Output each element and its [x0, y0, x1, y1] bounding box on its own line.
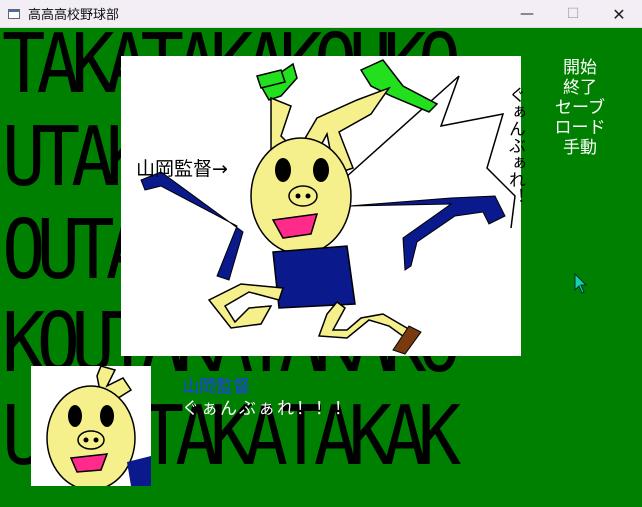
close-button[interactable]: ✕ [596, 0, 642, 28]
mouth-shape [69, 453, 109, 473]
menu-item-load[interactable]: ロード [555, 118, 606, 138]
nostril-shape [295, 193, 301, 199]
arm-shape [140, 171, 244, 281]
nostril-shape [83, 437, 89, 443]
dialogue-text: ぐぁんぶぁれ！！！ [182, 399, 353, 419]
nose-shape [77, 430, 105, 450]
portrait-illustration [46, 366, 151, 486]
nostril-shape [93, 437, 99, 443]
arm-shape [348, 195, 506, 271]
nose-shape [288, 185, 318, 207]
coach-illustration [140, 59, 516, 355]
leg-shape [207, 283, 285, 329]
nostril-shape [305, 193, 311, 199]
coach-caption: 山岡監督→ [136, 158, 228, 180]
eye-shape [313, 158, 329, 182]
menu-item-start[interactable]: 開始 [563, 58, 597, 78]
eye-shape [100, 405, 114, 427]
shirt-shape [272, 245, 356, 309]
maximize-button[interactable]: ☐ [550, 0, 596, 28]
menu-item-quit[interactable]: 終了 [563, 78, 597, 98]
command-menu: 開始 終了 セーブ ロード 手動 [548, 58, 612, 158]
minimize-button[interactable]: — [504, 0, 550, 28]
scene-panel: 山岡監督→ ぐぁんぶぁれ！ [121, 56, 525, 356]
window-title: 高高高校野球部 [28, 8, 120, 23]
title-bar: 高高高校野球部 — ☐ ✕ [0, 0, 642, 28]
game-canvas: TAKATAKAKOUKO UTAKATAKAKOUK OUTAKATAKAKO… [0, 28, 642, 507]
eye-shape [68, 405, 82, 427]
eye-shape [275, 158, 291, 182]
menu-item-save[interactable]: セーブ [555, 98, 605, 118]
mouse-pointer-icon [574, 273, 588, 294]
speaker-portrait [31, 366, 151, 486]
shout-text: ぐぁんぶぁれ！ [505, 86, 525, 205]
app-window-icon [8, 8, 20, 19]
menu-item-manual[interactable]: 手動 [563, 138, 597, 158]
